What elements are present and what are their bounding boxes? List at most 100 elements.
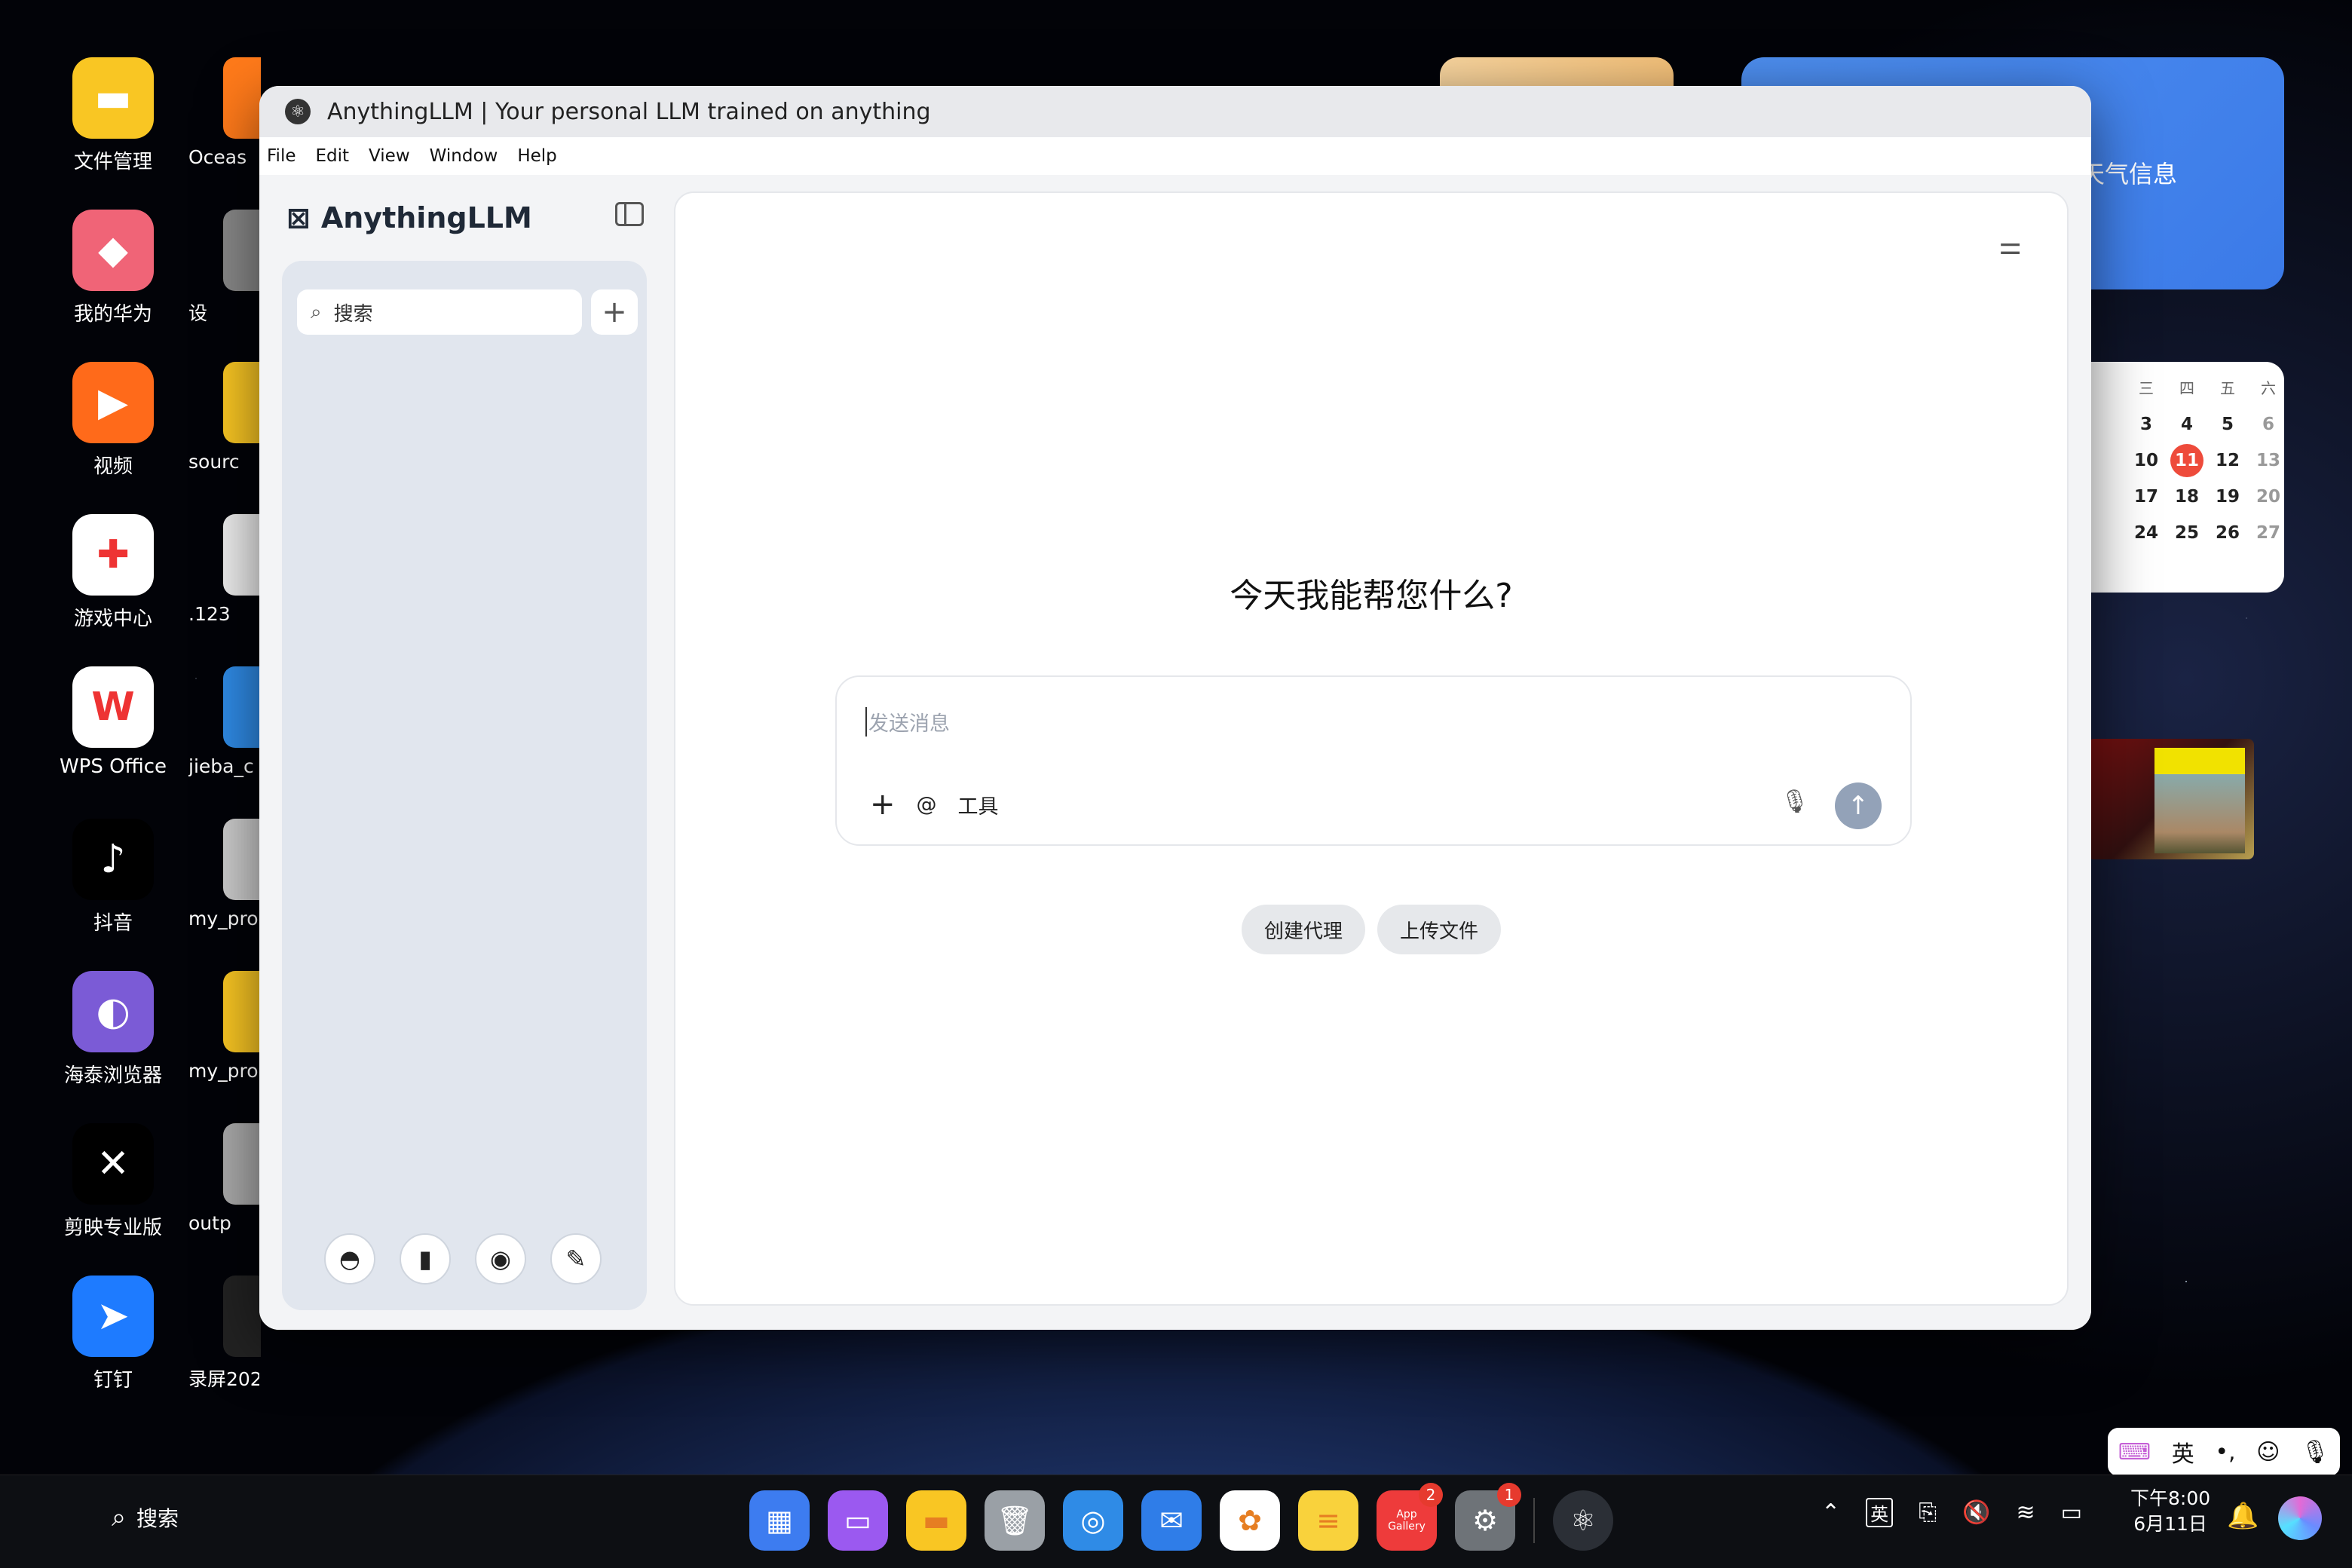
calendar-day[interactable]: 25 bbox=[2167, 519, 2207, 547]
desktop-icon[interactable]: 录屏2026-06-06 22.35.58.... bbox=[188, 1276, 261, 1392]
message-composer[interactable]: 发送消息 + @ 工具 🎙 ↑ bbox=[835, 675, 1912, 846]
ime-punctuation-icon[interactable]: •, bbox=[2215, 1439, 2235, 1465]
dock-files-icon[interactable]: ▬ bbox=[906, 1490, 966, 1551]
wrench-icon[interactable]: ✎ bbox=[550, 1233, 602, 1285]
calendar-day[interactable]: 10 bbox=[2126, 446, 2167, 475]
photo-widget[interactable] bbox=[2088, 739, 2254, 859]
calendar-day[interactable]: 3 bbox=[2126, 410, 2167, 439]
desktop-app-icon bbox=[223, 514, 261, 596]
calendar-day[interactable]: 12 bbox=[2207, 446, 2248, 475]
emoji-icon[interactable]: ☺ bbox=[2256, 1439, 2280, 1465]
calendar-day[interactable]: 13 bbox=[2248, 446, 2289, 475]
desktop-icon[interactable]: 设 bbox=[188, 210, 261, 326]
ime-language-toggle[interactable]: 英 bbox=[2172, 1435, 2194, 1468]
calendar-grid: 三四五六 3 4 5 6 10 11 12 13 17 18 19 20 24 25 26 27 bbox=[2126, 374, 2280, 547]
menu-file[interactable]: File bbox=[267, 146, 296, 166]
clipboard-icon[interactable]: ⎘ bbox=[1919, 1499, 1937, 1526]
attach-plus-icon[interactable]: + bbox=[870, 787, 896, 822]
desktop-app-icon bbox=[223, 1276, 261, 1357]
send-button[interactable]: ↑ bbox=[1835, 782, 1882, 829]
sliders-icon[interactable]: ⚌ bbox=[1999, 231, 2022, 261]
calendar-day[interactable]: 27 bbox=[2248, 519, 2289, 547]
desktop-icon[interactable]: W WPS Office bbox=[38, 666, 188, 778]
sidebar-toggle-icon[interactable] bbox=[615, 202, 644, 226]
desktop-icon[interactable]: ▶ 视频 bbox=[38, 362, 188, 479]
dock: ▦ ▭ ▬ 🗑 ◎ ✉ ✿ ≡ App Gallery 2 ⚙ 1 ⚛ bbox=[749, 1483, 1613, 1551]
desktop-icon[interactable]: ➤ 钉钉 bbox=[38, 1276, 188, 1392]
dock-photos-icon[interactable]: ✿ bbox=[1220, 1490, 1280, 1551]
tray-ime-indicator[interactable]: 英 bbox=[1866, 1498, 1894, 1527]
clock[interactable]: 下午8:00 6月11日 bbox=[2130, 1486, 2210, 1537]
message-input[interactable]: 发送消息 bbox=[865, 707, 950, 737]
dock-notes-icon[interactable]: ≡ bbox=[1298, 1490, 1358, 1551]
calendar-day[interactable]: 20 bbox=[2248, 482, 2289, 511]
calendar-day-today[interactable]: 11 bbox=[2170, 444, 2203, 477]
dock-multitask-icon[interactable]: ▭ bbox=[828, 1490, 888, 1551]
calendar-weekday: 六 bbox=[2261, 379, 2276, 397]
dock-mail-icon[interactable]: ✉ bbox=[1141, 1490, 1202, 1551]
desktop-app-icon: ✕ bbox=[72, 1123, 154, 1205]
menu-window[interactable]: Window bbox=[430, 146, 498, 166]
desktop-icon[interactable]: ▬ 文件管理 bbox=[38, 57, 188, 174]
desktop-icon[interactable]: ✕ 剪映专业版 bbox=[38, 1123, 188, 1240]
dock-app-launcher-icon[interactable]: ▦ bbox=[749, 1490, 810, 1551]
desktop-icon-label: jieba_c bbox=[188, 755, 254, 777]
app-content: ⊠ AnythingLLM ⌕ 搜索 + ◓ ▮ ◉ ✎ ⚌ 今天我能帮您什么?… bbox=[259, 175, 2091, 1330]
taskbar-search[interactable]: ⌕ 搜索 bbox=[112, 1502, 179, 1533]
create-agent-button[interactable]: 创建代理 bbox=[1241, 905, 1365, 954]
menu-edit[interactable]: Edit bbox=[316, 146, 350, 166]
github-icon[interactable]: ◓ bbox=[324, 1233, 375, 1285]
battery-icon[interactable]: ▭ bbox=[2061, 1499, 2082, 1526]
desktop-icon[interactable]: my_pro bbox=[188, 971, 261, 1082]
chevron-up-icon[interactable]: ⌃ bbox=[1821, 1499, 1840, 1526]
desktop-icon[interactable]: ◐ 海泰浏览器 bbox=[38, 971, 188, 1088]
desktop-icon[interactable]: outp bbox=[188, 1123, 261, 1234]
window-titlebar[interactable]: ⚛ AnythingLLM | Your personal LLM traine… bbox=[259, 86, 2091, 137]
desktop-icon[interactable]: ◆ 我的华为 bbox=[38, 210, 188, 326]
desktop-icon[interactable]: .123 bbox=[188, 514, 261, 625]
book-icon[interactable]: ▮ bbox=[400, 1233, 451, 1285]
desktop-icon[interactable]: ✚ 游戏中心 bbox=[38, 514, 188, 631]
desktop-icon-label: my_pro bbox=[188, 908, 259, 929]
calendar-day[interactable]: 5 bbox=[2207, 410, 2248, 439]
calendar-day[interactable]: 17 bbox=[2126, 482, 2167, 511]
calendar-day[interactable]: 6 bbox=[2248, 410, 2289, 439]
notification-bell-icon[interactable]: 🔔 bbox=[2227, 1501, 2259, 1531]
system-tray: ⌃ 英 ⎘ 🔇 ≋ ▭ bbox=[1821, 1498, 2082, 1527]
menu-help[interactable]: Help bbox=[517, 146, 556, 166]
search-input[interactable]: ⌕ 搜索 bbox=[297, 289, 582, 335]
new-workspace-button[interactable]: + bbox=[591, 289, 638, 335]
at-mention-icon[interactable]: @ bbox=[917, 793, 937, 816]
desktop-icon[interactable]: jieba_c bbox=[188, 666, 261, 777]
dock-trash-icon[interactable]: 🗑 bbox=[985, 1490, 1045, 1551]
desktop-icon[interactable]: Oceas bbox=[188, 57, 261, 168]
desktop-icon-label: 录屏2026-06-06 22.35.58.... bbox=[188, 1368, 259, 1390]
menu-view[interactable]: View bbox=[369, 146, 410, 166]
wifi-icon[interactable]: ≋ bbox=[2017, 1499, 2035, 1526]
anythingllm-window[interactable]: ⚛ AnythingLLM | Your personal LLM traine… bbox=[259, 86, 2091, 1330]
ime-keyboard-icon[interactable]: ⌨ bbox=[2118, 1439, 2151, 1465]
calendar-day[interactable]: 18 bbox=[2167, 482, 2207, 511]
desktop-icon[interactable]: my_pro bbox=[188, 819, 261, 929]
microphone-icon[interactable]: 🎙 bbox=[1781, 789, 1809, 815]
tools-button[interactable]: 工具 bbox=[958, 790, 999, 819]
sidebar: ⊠ AnythingLLM ⌕ 搜索 + ◓ ▮ ◉ ✎ bbox=[282, 175, 647, 1330]
upload-file-button[interactable]: 上传文件 bbox=[1377, 905, 1502, 954]
desktop-icon[interactable]: sourc bbox=[188, 362, 261, 473]
calendar-day[interactable]: 24 bbox=[2126, 519, 2167, 547]
dock-settings-icon[interactable]: ⚙ 1 bbox=[1455, 1483, 1521, 1551]
calendar-day[interactable]: 19 bbox=[2207, 482, 2248, 511]
dock-anythingllm-icon[interactable]: ⚛ bbox=[1553, 1490, 1613, 1551]
desktop-icon-label: 我的华为 bbox=[73, 303, 152, 326]
dock-app-gallery-icon[interactable]: App Gallery 2 bbox=[1377, 1483, 1443, 1551]
desktop-icon[interactable]: ♪ 抖音 bbox=[38, 819, 188, 936]
dock-browser-icon[interactable]: ◎ bbox=[1063, 1490, 1123, 1551]
voice-input-icon[interactable]: 🎙 bbox=[2301, 1439, 2329, 1465]
assistant-orb-icon[interactable] bbox=[2278, 1496, 2322, 1540]
desktop-app-icon bbox=[223, 57, 261, 139]
calendar-day[interactable]: 4 bbox=[2167, 410, 2207, 439]
calendar-day[interactable]: 26 bbox=[2207, 519, 2248, 547]
volume-muted-icon[interactable]: 🔇 bbox=[1962, 1499, 1990, 1526]
dock-badge: 1 bbox=[1497, 1483, 1521, 1507]
discord-icon[interactable]: ◉ bbox=[475, 1233, 526, 1285]
